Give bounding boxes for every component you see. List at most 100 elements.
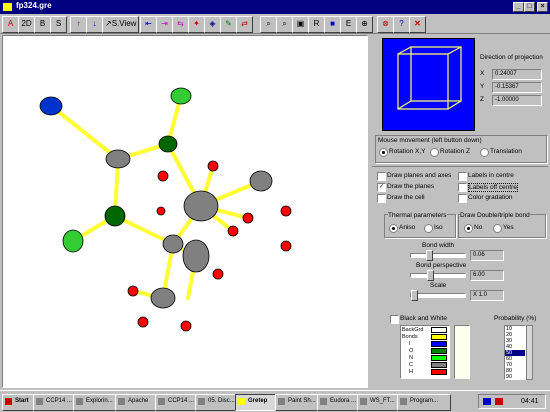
mirror-icon[interactable]: ✦ xyxy=(188,16,205,33)
oxygen-atom xyxy=(280,240,292,252)
hydrogen-swatch[interactable] xyxy=(431,369,447,375)
carbon-atom xyxy=(150,287,176,309)
oxygen-atom xyxy=(207,160,219,172)
scale-slider[interactable] xyxy=(410,293,466,298)
title-bar: fp324.gre _ □ × xyxy=(0,0,550,14)
task-program[interactable]: Program... xyxy=(397,394,451,411)
carbon-label: C xyxy=(409,362,413,368)
bonds-swatch[interactable] xyxy=(431,334,447,340)
projection-title: Direction of projection xyxy=(480,54,543,61)
chlorine-atom xyxy=(62,229,84,253)
black-white-checkbox[interactable] xyxy=(390,315,399,324)
probability-option[interactable]: 90 xyxy=(505,374,525,379)
probability-label: Probability (%) xyxy=(494,315,537,322)
oxygen-label: O xyxy=(409,348,414,354)
translation-radio[interactable] xyxy=(480,148,489,157)
oxygen-atom xyxy=(180,320,192,332)
help-icon[interactable]: ? xyxy=(393,16,410,33)
flip-icon[interactable]: ⇆ xyxy=(172,16,189,33)
bond-width-slider[interactable] xyxy=(410,253,466,258)
bond-width-thumb[interactable] xyxy=(426,250,433,261)
probability-list[interactable]: 10 20 30 40 50 60 70 80 90 xyxy=(504,325,526,380)
zoom-out-icon[interactable]: ⌕ xyxy=(276,16,293,33)
iodine-atom xyxy=(39,96,63,116)
exit-icon[interactable]: ✕ xyxy=(409,16,426,33)
color-palette[interactable] xyxy=(454,325,470,379)
export-tool[interactable]: E xyxy=(340,16,357,33)
oxygen-atom xyxy=(157,170,169,182)
oxygen-atom xyxy=(127,285,139,297)
cell-icon[interactable]: ◈ xyxy=(204,16,221,33)
maximize-button[interactable]: □ xyxy=(524,2,535,12)
color-icon[interactable]: ■ xyxy=(324,16,341,33)
carbon-atom xyxy=(105,149,131,169)
zoom-in-icon[interactable]: ⌕ xyxy=(260,16,277,33)
no-radio[interactable] xyxy=(464,224,473,233)
draw-planes-axes-checkbox[interactable] xyxy=(377,172,386,181)
carbon-swatch[interactable] xyxy=(431,362,447,368)
app-icon xyxy=(3,3,12,11)
rotate-left-icon[interactable]: ⇤ xyxy=(140,16,157,33)
bond-tool[interactable]: B xyxy=(34,16,51,33)
probability-scrollbar[interactable] xyxy=(526,325,533,380)
oxygen-atom xyxy=(137,316,149,328)
draw-cell-checkbox[interactable] xyxy=(377,194,386,203)
yes-label: Yes xyxy=(503,224,514,231)
minimize-button[interactable]: _ xyxy=(513,2,524,12)
nitrogen-swatch[interactable] xyxy=(431,355,447,361)
translation-label: Translation xyxy=(490,148,522,155)
taskbar: Start CCP14 ... Explorin... Apache CCP14… xyxy=(0,390,550,412)
system-tray: 04:41 xyxy=(478,394,546,409)
stick-tool[interactable]: S xyxy=(50,16,67,33)
axis-up-icon[interactable]: ↑ xyxy=(70,16,87,33)
color-table[interactable]: BackGrd Bonds I O N C H xyxy=(400,325,450,379)
draw-planes-label: Draw the planes xyxy=(387,183,434,190)
add-icon[interactable]: ⊕ xyxy=(356,16,373,33)
hydrogen-label: H xyxy=(409,369,413,375)
fit-icon[interactable]: ▣ xyxy=(292,16,309,33)
color-gradation-checkbox[interactable] xyxy=(458,194,467,203)
aniso-radio[interactable] xyxy=(389,224,398,233)
rotate-right-icon[interactable]: ⇥ xyxy=(156,16,173,33)
toolbar: A 2D B S ↑ ↓ ↗S.View ⇤ ⇥ ⇆ ✦ ◈ ✎ ⇄ ⌕ ⌕ ▣… xyxy=(0,14,550,34)
bond-perspective-slider[interactable] xyxy=(410,273,466,278)
draw-planes-checkbox[interactable]: ✓ xyxy=(377,183,386,192)
mouse-movement-title: Mouse movement (left button down) xyxy=(378,137,482,144)
x-value: 0.24007 xyxy=(492,69,542,80)
network-icon[interactable] xyxy=(483,398,491,405)
nitrogen-label: N xyxy=(409,355,413,361)
swap-icon[interactable]: ⇄ xyxy=(236,16,253,33)
close-button[interactable]: × xyxy=(537,2,548,12)
volume-icon[interactable] xyxy=(495,398,503,405)
rotation-z-radio[interactable] xyxy=(430,148,439,157)
ball-tool[interactable]: 2D xyxy=(18,16,35,33)
molecule-canvas[interactable] xyxy=(2,35,368,388)
cell-preview[interactable] xyxy=(382,38,475,131)
yes-radio[interactable] xyxy=(493,224,502,233)
render-tool[interactable]: R xyxy=(308,16,325,33)
draw-atoms-tool[interactable]: A xyxy=(2,16,19,33)
edit-icon[interactable]: ✎ xyxy=(220,16,237,33)
bond-width-value: 0.06 xyxy=(470,250,504,261)
iodine-swatch[interactable] xyxy=(431,341,447,347)
carbon-atom xyxy=(249,170,273,192)
backgrd-swatch[interactable] xyxy=(431,327,447,333)
z-value: -1.00000 xyxy=(492,95,542,106)
oxygen-swatch[interactable] xyxy=(431,348,447,354)
iso-radio[interactable] xyxy=(424,224,433,233)
bond-perspective-thumb[interactable] xyxy=(427,270,434,281)
bond-draw-title: Draw Double/triple bond xyxy=(460,212,530,219)
view-tool[interactable]: ↗S.View xyxy=(102,16,140,33)
y-value: -0.15367 xyxy=(492,82,542,93)
iso-label: Iso xyxy=(434,224,443,231)
labels-centre-checkbox[interactable] xyxy=(458,172,467,181)
scale-label: Scale xyxy=(430,282,447,289)
axis-down-icon[interactable]: ↓ xyxy=(86,16,103,33)
rotation-xy-label: Rotation X,Y xyxy=(389,148,426,155)
stop-icon[interactable]: ⊗ xyxy=(377,16,394,33)
aniso-label: Aniso xyxy=(399,224,416,231)
labels-off-centre-checkbox[interactable] xyxy=(458,183,467,192)
chlorine-atom xyxy=(170,87,192,105)
scale-thumb[interactable] xyxy=(411,290,418,301)
rotation-xy-radio[interactable] xyxy=(379,148,388,157)
